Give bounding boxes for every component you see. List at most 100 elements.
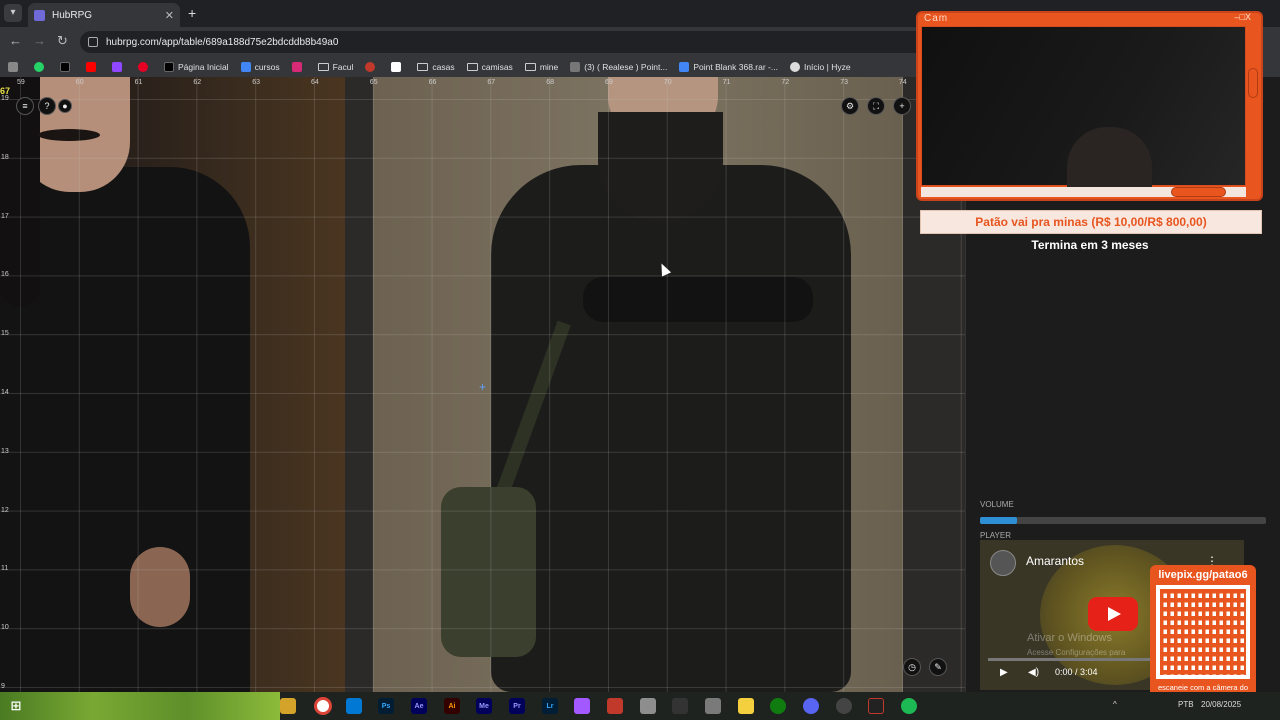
- address-bar[interactable]: hubrpg.com/app/table/689a188d75e2bdcddb8…: [80, 31, 980, 53]
- screen: ▾ HubRPG ✕ + ← → ↻ hubrpg.com/app/table/…: [0, 0, 1280, 720]
- calculator-icon[interactable]: [640, 698, 656, 714]
- windows-watermark-subtitle: Acesse Configurações para: [1027, 648, 1126, 657]
- ruler-tool-icon[interactable]: ✎: [929, 658, 947, 676]
- chrome-icon[interactable]: [314, 697, 332, 715]
- play-icon[interactable]: ▶: [1000, 667, 1008, 678]
- x-ruler-tick: 64: [311, 79, 319, 86]
- browser-tab[interactable]: HubRPG ✕: [28, 3, 180, 27]
- video-time: 0:00 / 3:04: [1055, 667, 1098, 677]
- premiere-icon[interactable]: Pr: [509, 698, 525, 714]
- file-explorer-icon[interactable]: [280, 698, 296, 714]
- y-ruler-tick: 14: [1, 389, 9, 396]
- y-ruler-tick: 15: [1, 330, 9, 338]
- twitch-bookmark-icon[interactable]: [112, 62, 126, 72]
- donation-goal-deadline: Termina em 3 meses: [1031, 238, 1149, 252]
- bookmark-point-blank[interactable]: Point Blank 368.rar -...: [679, 62, 778, 72]
- volume-label: VOLUME: [980, 500, 1014, 509]
- figma-icon[interactable]: [574, 698, 590, 714]
- media-encoder-icon[interactable]: Me: [476, 698, 492, 714]
- cam-window-controls: –□X: [1234, 12, 1251, 22]
- photoshop-icon[interactable]: Ps: [378, 698, 394, 714]
- after-effects-icon[interactable]: Ae: [411, 698, 427, 714]
- livepix-qr-overlay: livepix.gg/patao6 escaneie com a câmera …: [1150, 565, 1256, 705]
- illustrator-icon[interactable]: Ai: [444, 698, 460, 714]
- youtube-bookmark-icon[interactable]: [86, 62, 100, 72]
- history-clock-icon[interactable]: ◷: [903, 658, 921, 676]
- bookmark-realese[interactable]: (3) ( Realese ) Point...: [570, 62, 667, 72]
- reload-icon[interactable]: ↻: [57, 33, 68, 49]
- forward-arrow-icon[interactable]: →: [33, 33, 46, 48]
- bookmark-casas[interactable]: casas: [417, 62, 455, 72]
- taskbar-date[interactable]: 20/08/2025: [1201, 700, 1241, 709]
- x-ruler-tick: 66: [428, 79, 437, 86]
- tab-search-button[interactable]: ▾: [4, 4, 22, 22]
- fullscreen-icon[interactable]: ⛶: [867, 97, 885, 115]
- language-indicator[interactable]: PTB: [1178, 700, 1194, 709]
- spotify-icon[interactable]: [901, 698, 917, 714]
- channel-avatar[interactable]: [990, 550, 1016, 576]
- windows-watermark-title: Ativar o Windows: [1027, 632, 1112, 644]
- record-icon[interactable]: ●: [58, 99, 72, 113]
- y-ruler-tick: 16: [1, 271, 9, 279]
- pinterest-bookmark-icon[interactable]: [138, 62, 152, 72]
- folder-icon: [524, 63, 536, 71]
- x-ruler-tick: 61: [134, 79, 143, 86]
- y-ruler-tick: 19: [1, 95, 9, 102]
- x-bookmark-icon[interactable]: [60, 62, 74, 72]
- menu-icon[interactable]: ≡: [16, 97, 34, 115]
- volume-icon[interactable]: ◀): [1028, 667, 1039, 678]
- bookmark-facul[interactable]: Facul: [317, 62, 353, 72]
- x-ruler-tick: 70: [663, 79, 672, 86]
- site-info-icon[interactable]: [88, 37, 98, 47]
- bookmark-camisas[interactable]: camisas: [466, 62, 513, 72]
- add-icon[interactable]: +: [893, 97, 911, 115]
- discord-icon[interactable]: [803, 698, 819, 714]
- donation-goal-bar: Patão vai pra minas (R$ 10,00/R$ 800,00): [920, 210, 1262, 234]
- x-ruler-tick: 72: [781, 79, 790, 86]
- sticky-notes-icon[interactable]: [738, 698, 754, 714]
- whatsapp-bookmark-icon[interactable]: [34, 62, 48, 72]
- bookmark-pagina-inicial[interactable]: Página Inicial: [164, 62, 229, 72]
- zoom-indicator: 67: [0, 86, 11, 96]
- x-ruler-tick: 60: [75, 79, 84, 86]
- settings-icon[interactable]: ⚙: [841, 97, 859, 115]
- qr-code: [1156, 585, 1250, 679]
- y-ruler-tick: 17: [1, 212, 9, 220]
- cam-horizontal-scroll-thumb: [1171, 187, 1226, 197]
- lightroom-icon[interactable]: Lr: [542, 698, 558, 714]
- new-tab-button[interactable]: +: [188, 5, 196, 21]
- livepix-url: livepix.gg/patao6: [1158, 569, 1248, 581]
- folder-icon: [317, 63, 329, 71]
- cam-vertical-scroll-thumb: [1248, 68, 1258, 98]
- bookmark-mine[interactable]: mine: [524, 62, 558, 72]
- y-ruler-tick: 13: [1, 447, 9, 455]
- back-arrow-icon[interactable]: ←: [9, 33, 22, 48]
- app-gray-icon[interactable]: [705, 698, 721, 714]
- tray-chevron-icon[interactable]: ^: [1113, 700, 1117, 709]
- x-ruler-tick: 69: [605, 79, 613, 86]
- webcam-feed: [921, 26, 1246, 187]
- red-bookmark-icon[interactable]: [365, 62, 379, 72]
- app-red-icon[interactable]: [607, 698, 623, 714]
- crosshair-icon: +: [479, 380, 487, 394]
- vscode-icon[interactable]: [346, 698, 362, 714]
- volume-slider[interactable]: [980, 517, 1266, 524]
- y-ruler-tick: 12: [1, 506, 9, 514]
- xbox-icon[interactable]: [770, 698, 786, 714]
- close-tab-icon[interactable]: ✕: [165, 9, 174, 22]
- apps-icon[interactable]: [8, 62, 22, 72]
- help-icon[interactable]: ?: [38, 97, 56, 115]
- tab-title: HubRPG: [52, 9, 93, 21]
- app-record-icon[interactable]: [868, 698, 884, 714]
- windows-start-icon[interactable]: ⊞: [8, 698, 24, 714]
- instagram-bookmark-icon[interactable]: [291, 62, 306, 72]
- youtube-play-button[interactable]: [1088, 597, 1138, 631]
- rpg-map-canvas[interactable]: 59 60 61 62 63 64 65 66 67 68 69 70 71 72 73 74 19 18 17 1…: [0, 77, 965, 692]
- bookmark-inicio-hyze[interactable]: Início | Hyze: [789, 62, 851, 72]
- taskbar-wallpaper: [0, 692, 280, 720]
- video-title[interactable]: Amarantos: [1026, 554, 1084, 568]
- notion-bookmark-icon[interactable]: [391, 62, 405, 72]
- obs-icon[interactable]: [836, 698, 852, 714]
- app-dark-icon[interactable]: [672, 698, 688, 714]
- bookmark-cursos[interactable]: cursos: [240, 62, 280, 72]
